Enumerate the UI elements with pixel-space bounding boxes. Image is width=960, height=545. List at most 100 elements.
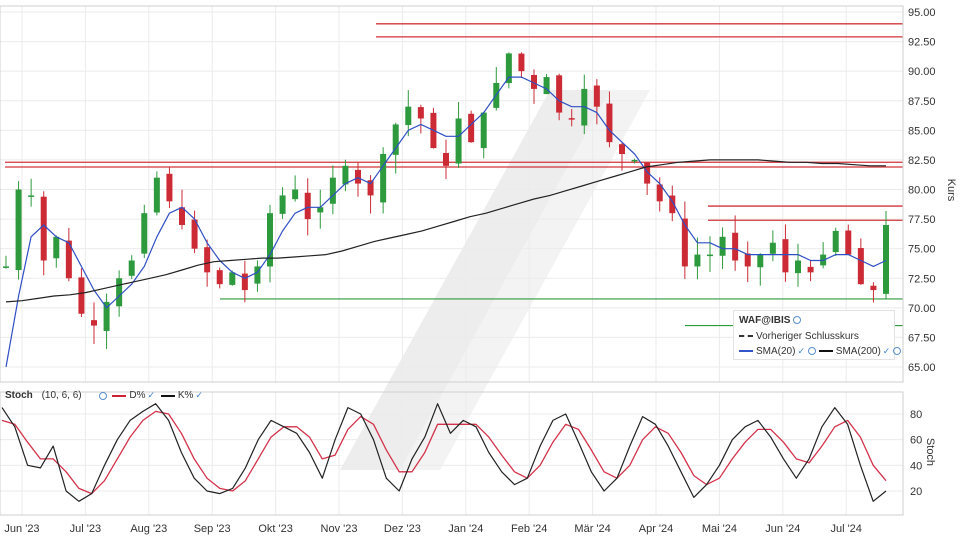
x-tick-label: Dez '23 (384, 523, 421, 535)
x-tick-label: Sep '23 (194, 523, 231, 535)
candle-body (480, 112, 487, 149)
candle-body (317, 207, 324, 213)
candle-body (28, 195, 35, 197)
candle-body (468, 113, 475, 143)
candle-body (568, 118, 575, 120)
candle-body (405, 106, 412, 126)
x-tick-label: Jun '24 (765, 523, 800, 535)
price-axis-label: Kurs (945, 179, 957, 202)
candle-body (707, 254, 713, 257)
candle-body (166, 173, 173, 202)
candle-body (15, 189, 22, 271)
price-tick-label: 65.00 (908, 362, 936, 374)
candle-body (78, 277, 85, 314)
price-tick-label: 87.50 (908, 96, 936, 108)
stoch-legend: Stoch (10, 6, 6) D% ✓ K% ✓ (5, 390, 203, 404)
stock-chart: 65.00 67.50 70.00 72.50 75.00 77.50 80.00 82.50… (0, 0, 960, 540)
stoch-params: (10, 6, 6) (41, 390, 82, 401)
candle-body (91, 320, 97, 326)
stoch-tick-label: 80 (910, 409, 922, 421)
price-tick-label: 95.00 (908, 7, 936, 19)
price-tick-label: 92.50 (908, 37, 936, 49)
candle-body (694, 254, 701, 267)
checkmark-icon[interactable]: ✓ (797, 346, 805, 356)
x-tick-label: Jul '23 (70, 523, 101, 535)
candle-body (380, 154, 387, 203)
candle-body (40, 196, 47, 261)
candle-body (116, 278, 123, 307)
prev-close-symbol (739, 335, 753, 338)
x-tick-label: Jul '24 (830, 523, 861, 535)
legend-sma200: SMA(200) (835, 346, 881, 357)
stoch-d-label: D% (129, 390, 146, 401)
price-tick-label: 75.00 (908, 244, 936, 256)
candle-body (619, 144, 625, 154)
x-tick-label: Okt '23 (258, 523, 293, 535)
price-tick-label: 72.50 (908, 273, 936, 285)
candle-body (3, 266, 9, 268)
candle-body (606, 103, 613, 143)
x-tick-label: Mai '24 (702, 523, 737, 535)
candle-body (304, 192, 311, 220)
candle-body (845, 230, 852, 255)
price-legend: WAF@IBIS Vorheriger Schlusskurs SMA(20) ✓… (733, 310, 902, 360)
x-tick-label: Nov '23 (321, 523, 358, 535)
x-tick-label: Jan '24 (448, 523, 483, 535)
candle-body (807, 266, 814, 273)
candle-body (782, 239, 789, 273)
legend-prev-close: Vorheriger Schlusskurs (756, 331, 859, 342)
d-line-symbol (112, 394, 127, 397)
checkmark-icon[interactable]: ✓ (883, 346, 891, 356)
candle-body (832, 230, 839, 253)
stoch-tick-label: 40 (910, 460, 922, 472)
candle-body (732, 232, 739, 261)
legend-sma20: SMA(20) (756, 346, 796, 357)
x-tick-label: Feb '24 (511, 523, 547, 535)
stoch-tick-label: 60 (910, 435, 922, 447)
candle-body (241, 273, 248, 291)
price-tick-label: 70.00 (908, 303, 936, 315)
settings-icon[interactable] (893, 347, 902, 356)
candle-body (757, 254, 764, 268)
x-tick-label: Mär '24 (574, 523, 610, 535)
legend-instrument: WAF@IBIS (739, 315, 791, 326)
candle-body (216, 270, 223, 285)
sma20-symbol (739, 350, 753, 353)
candle-body (279, 195, 286, 214)
candle-body (229, 272, 236, 285)
stoch-tick-label: 20 (910, 486, 922, 498)
candle-body (455, 118, 462, 164)
checkmark-icon[interactable]: ✓ (195, 390, 203, 400)
checkmark-icon[interactable]: ✓ (148, 390, 156, 400)
stoch-k-label: K% (177, 390, 194, 401)
candle-body (443, 152, 449, 166)
candle-body (870, 285, 877, 291)
watermark-logo (340, 90, 650, 470)
candle-body (292, 189, 299, 200)
price-tick-label: 67.50 (908, 332, 936, 344)
candle-body (342, 165, 349, 185)
candle-body (719, 236, 726, 256)
candle-body (795, 260, 801, 274)
x-tick-label: Aug '23 (130, 523, 167, 535)
price-tick-label: 90.00 (908, 66, 936, 78)
candle-body (556, 75, 563, 113)
price-tick-label: 77.50 (908, 214, 936, 226)
settings-icon[interactable] (808, 347, 816, 356)
candle-body (417, 107, 424, 119)
candle-body (53, 236, 60, 259)
candle-body (329, 177, 336, 204)
candle-body (355, 169, 361, 184)
candle-body (769, 242, 776, 254)
candle-body (593, 85, 600, 107)
k-line-symbol (160, 394, 175, 397)
x-tick-label: Jun '23 (4, 523, 39, 535)
price-tick-label: 85.00 (908, 125, 936, 137)
candle-body (883, 225, 889, 294)
settings-icon[interactable] (98, 391, 107, 400)
sma200-symbol (818, 350, 833, 353)
candle-body (153, 177, 160, 213)
settings-icon[interactable] (793, 316, 802, 325)
candle-body (631, 159, 638, 162)
stoch-title: Stoch (5, 390, 33, 401)
